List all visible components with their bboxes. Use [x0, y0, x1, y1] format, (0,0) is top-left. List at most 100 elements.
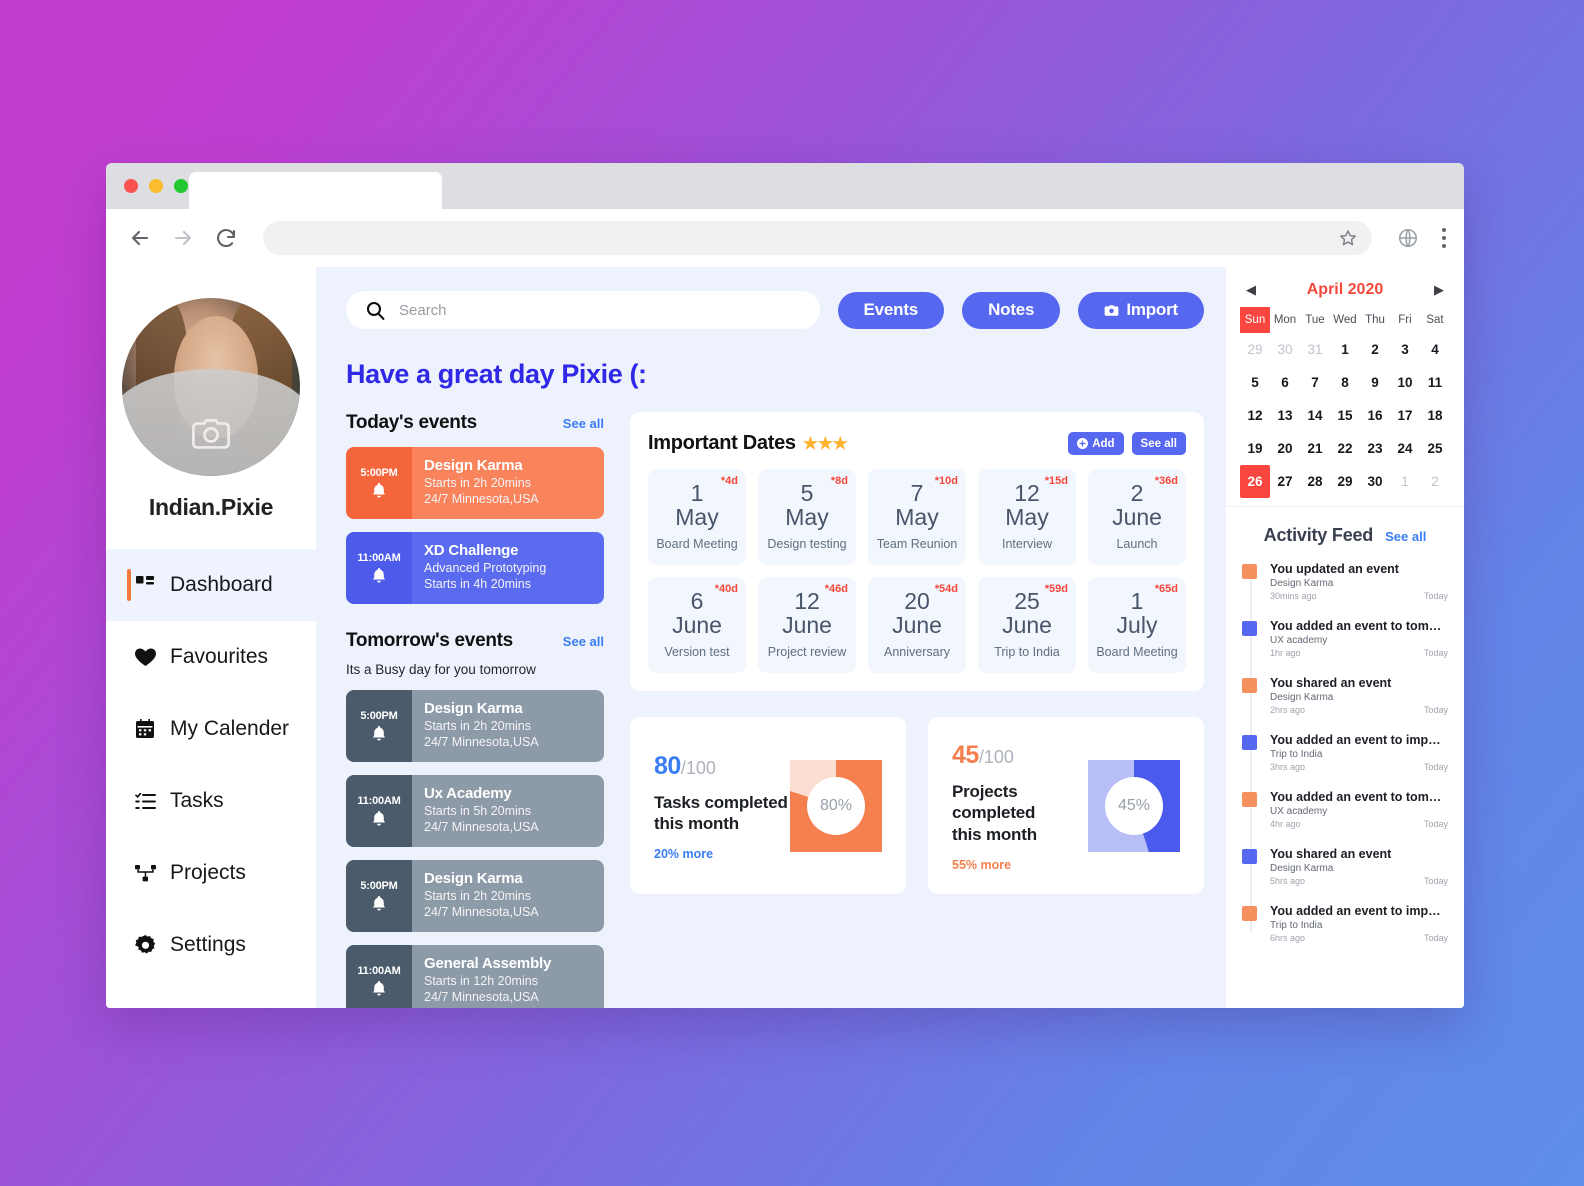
event-card[interactable]: 5:00PM Design Karma Starts in 2h 20mins …: [346, 690, 604, 762]
calendar-day[interactable]: 1: [1390, 465, 1420, 498]
calendar-day[interactable]: 12: [1240, 399, 1270, 432]
notes-button[interactable]: Notes: [962, 291, 1061, 329]
important-date-cell[interactable]: *8d 5 May Design testing: [758, 469, 856, 565]
activity-item[interactable]: You shared an event Design Karma 2hrs ag…: [1242, 676, 1448, 715]
sidebar-item-dashboard[interactable]: Dashboard: [106, 549, 316, 621]
calendar-day[interactable]: 28: [1300, 465, 1330, 498]
event-card[interactable]: 11:00AM General Assembly Starts in 12h 2…: [346, 945, 604, 1008]
calendar-day[interactable]: 13: [1270, 399, 1300, 432]
event-card[interactable]: 11:00AM Ux Academy Starts in 5h 20mins 2…: [346, 775, 604, 847]
globe-icon[interactable]: [1397, 227, 1419, 249]
calendar-day[interactable]: 22: [1330, 432, 1360, 465]
calendar-day[interactable]: 29: [1330, 465, 1360, 498]
calendar-day[interactable]: 2: [1420, 465, 1450, 498]
important-date-cell[interactable]: *54d 20 June Anniversary: [868, 577, 966, 673]
date-month: June: [1002, 612, 1052, 639]
calendar-day[interactable]: 11: [1420, 366, 1450, 399]
calendar-day[interactable]: 29: [1240, 333, 1270, 366]
events-button[interactable]: Events: [837, 291, 945, 329]
sidebar-item-tasks[interactable]: Tasks: [106, 765, 316, 837]
important-date-cell[interactable]: *10d 7 May Team Reunion: [868, 469, 966, 565]
event-card[interactable]: 11:00AM XD Challenge Advanced Prototypin…: [346, 532, 604, 604]
calendar-day[interactable]: 26: [1240, 465, 1270, 498]
calendar-day[interactable]: 27: [1270, 465, 1300, 498]
activity-item[interactable]: You shared an event Design Karma 5hrs ag…: [1242, 847, 1448, 886]
camera-icon[interactable]: [191, 418, 231, 450]
important-date-cell[interactable]: *40d 6 June Version test: [648, 577, 746, 673]
calendar-day[interactable]: 9: [1360, 366, 1390, 399]
important-dates-grid: *4d 1 May Board Meeting *8d 5 May Design…: [648, 469, 1186, 673]
activity-title: You added an event to tom…: [1270, 790, 1442, 804]
activity-item[interactable]: You added an event to imp… Trip to India…: [1242, 733, 1448, 772]
event-card[interactable]: 5:00PM Design Karma Starts in 2h 20mins …: [346, 860, 604, 932]
search-input[interactable]: [399, 301, 800, 319]
search-box[interactable]: [346, 291, 820, 329]
calendar-day[interactable]: 18: [1420, 399, 1450, 432]
activity-item[interactable]: You updated an event Design Karma 30mins…: [1242, 562, 1448, 601]
calendar-day[interactable]: 30: [1360, 465, 1390, 498]
important-date-cell[interactable]: *65d 1 July Board Meeting: [1088, 577, 1186, 673]
see-all-dates-button[interactable]: See all: [1131, 432, 1186, 455]
add-date-button[interactable]: Add: [1068, 432, 1124, 455]
back-arrow-icon[interactable]: [128, 226, 152, 250]
forward-arrow-icon[interactable]: [171, 226, 195, 250]
calendar-day[interactable]: 2: [1360, 333, 1390, 366]
address-bar[interactable]: [263, 221, 1372, 255]
calendar-day[interactable]: 7: [1300, 366, 1330, 399]
see-all-today-link[interactable]: See all: [563, 416, 604, 431]
sidebar-item-projects[interactable]: Projects: [106, 837, 316, 909]
activity-marker-icon: [1242, 792, 1257, 807]
activity-feed-header: Activity Feed See all: [1242, 525, 1448, 546]
important-date-cell[interactable]: *59d 25 June Trip to India: [978, 577, 1076, 673]
important-date-cell[interactable]: *4d 1 May Board Meeting: [648, 469, 746, 565]
see-all-tomorrow-link[interactable]: See all: [563, 634, 604, 649]
see-all-activity-link[interactable]: See all: [1385, 529, 1426, 544]
calendar-day[interactable]: 14: [1300, 399, 1330, 432]
sidebar-item-favourites[interactable]: Favourites: [106, 621, 316, 693]
calendar-day[interactable]: 31: [1300, 333, 1330, 366]
window-controls[interactable]: [124, 179, 188, 193]
calendar-day[interactable]: 19: [1240, 432, 1270, 465]
sidebar-item-my-calender[interactable]: My Calender: [106, 693, 316, 765]
calendar-day[interactable]: 3: [1390, 333, 1420, 366]
calendar-day[interactable]: 20: [1270, 432, 1300, 465]
calendar-day[interactable]: 4: [1420, 333, 1450, 366]
activity-item[interactable]: You added an event to imp… Trip to India…: [1242, 904, 1448, 943]
calendar-day[interactable]: 15: [1330, 399, 1360, 432]
calendar-day[interactable]: 16: [1360, 399, 1390, 432]
activity-timeago: 30mins ago: [1270, 591, 1317, 601]
important-date-cell[interactable]: *36d 2 June Launch: [1088, 469, 1186, 565]
chevron-right-icon[interactable]: ▶: [1434, 282, 1444, 298]
avatar[interactable]: [122, 298, 300, 476]
calendar-day[interactable]: 23: [1360, 432, 1390, 465]
reload-icon[interactable]: [214, 226, 238, 250]
calendar-day[interactable]: 21: [1300, 432, 1330, 465]
calendar-day[interactable]: 24: [1390, 432, 1420, 465]
import-button[interactable]: Import: [1078, 291, 1204, 329]
calendar-day[interactable]: 25: [1420, 432, 1450, 465]
calendar-day[interactable]: 6: [1270, 366, 1300, 399]
calendar-day[interactable]: 5: [1240, 366, 1270, 399]
activity-item[interactable]: You added an event to tom… UX academy 1h…: [1242, 619, 1448, 658]
calendar-day[interactable]: 10: [1390, 366, 1420, 399]
activity-item[interactable]: You added an event to tom… UX academy 4h…: [1242, 790, 1448, 829]
activity-timeago: 5hrs ago: [1270, 876, 1306, 886]
calendar-day[interactable]: 8: [1330, 366, 1360, 399]
calendar-day[interactable]: 30: [1270, 333, 1300, 366]
star-icon[interactable]: [1338, 228, 1358, 248]
event-card[interactable]: 5:00PM Design Karma Starts in 2h 20mins …: [346, 447, 604, 519]
dashboard-icon: [134, 574, 156, 596]
important-date-cell[interactable]: *15d 12 May Interview: [978, 469, 1076, 565]
kebab-menu-icon[interactable]: [1442, 228, 1446, 248]
calendar-day[interactable]: 17: [1390, 399, 1420, 432]
close-window-button[interactable]: [124, 179, 138, 193]
maximize-window-button[interactable]: [174, 179, 188, 193]
activity-timeago: 6hrs ago: [1270, 933, 1306, 943]
browser-tab[interactable]: [189, 172, 442, 209]
calendar-day[interactable]: 1: [1330, 333, 1360, 366]
chevron-left-icon[interactable]: ◀: [1246, 282, 1256, 298]
important-date-cell[interactable]: *46d 12 June Project review: [758, 577, 856, 673]
minimize-window-button[interactable]: [149, 179, 163, 193]
sidebar-item-settings[interactable]: Settings: [106, 909, 316, 981]
activity-subtitle: UX academy: [1270, 635, 1328, 646]
